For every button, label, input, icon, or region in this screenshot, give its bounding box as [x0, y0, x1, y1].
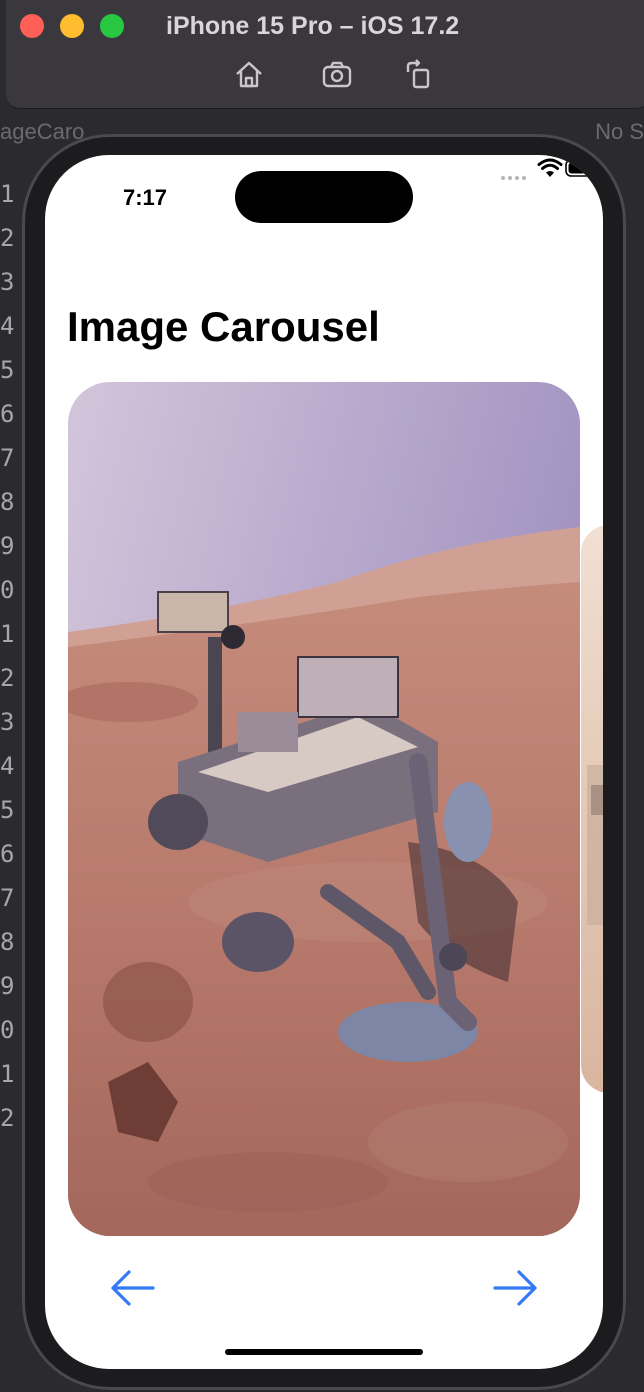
home-icon[interactable] — [232, 58, 266, 92]
next-button[interactable] — [489, 1261, 543, 1315]
line-number: 0 — [0, 576, 15, 604]
simulator-titlebar: iPhone 15 Pro – iOS 17.2 — [6, 0, 644, 109]
previous-button[interactable] — [105, 1261, 159, 1315]
status-time: 7:17 — [123, 185, 168, 210]
line-number: 5 — [0, 356, 15, 384]
line-number: 8 — [0, 928, 15, 956]
line-number: 0 — [0, 1016, 15, 1044]
line-number: 2 — [0, 1104, 15, 1132]
window-close-button[interactable] — [20, 14, 44, 38]
window-minimize-button[interactable] — [60, 14, 84, 38]
battery-icon — [565, 159, 603, 177]
line-number: 6 — [0, 400, 15, 428]
line-number: 7 — [0, 884, 15, 912]
carousel-image-next[interactable] — [581, 525, 603, 1093]
simulator-title: iPhone 15 Pro – iOS 17.2 — [166, 12, 460, 40]
line-number: 4 — [0, 752, 15, 780]
iphone-screen: 7:17 Image Carousel — [45, 155, 603, 1369]
wifi-icon — [537, 157, 563, 179]
line-number: 1 — [0, 180, 15, 208]
window-maximize-button[interactable] — [100, 14, 124, 38]
line-number: 2 — [0, 224, 15, 252]
page-title: Image Carousel — [67, 303, 380, 350]
line-number: 3 — [0, 268, 15, 296]
line-number: 3 — [0, 708, 15, 736]
carousel-image-current[interactable] — [68, 382, 580, 1236]
line-number: 7 — [0, 444, 15, 472]
rotate-icon[interactable] — [402, 58, 436, 92]
line-number: 1 — [0, 620, 15, 648]
line-number: 8 — [0, 488, 15, 516]
cellular-signal-icon — [501, 167, 529, 180]
screenshot-icon[interactable] — [320, 58, 354, 92]
arrow-right-icon — [493, 1270, 537, 1306]
line-number: 9 — [0, 532, 15, 560]
line-number: 9 — [0, 972, 15, 1000]
home-indicator[interactable] — [225, 1349, 423, 1355]
line-number-gutter: 1 2 3 4 5 6 7 8 9 0 1 2 3 4 5 6 7 8 9 0 … — [0, 172, 22, 1132]
line-number: 6 — [0, 840, 15, 868]
line-number: 1 — [0, 1060, 15, 1088]
arrow-left-icon — [111, 1270, 155, 1306]
line-number: 5 — [0, 796, 15, 824]
editor-status-label: No S — [595, 119, 644, 144]
line-number: 4 — [0, 312, 15, 340]
line-number: 2 — [0, 664, 15, 692]
dynamic-island — [235, 171, 413, 223]
